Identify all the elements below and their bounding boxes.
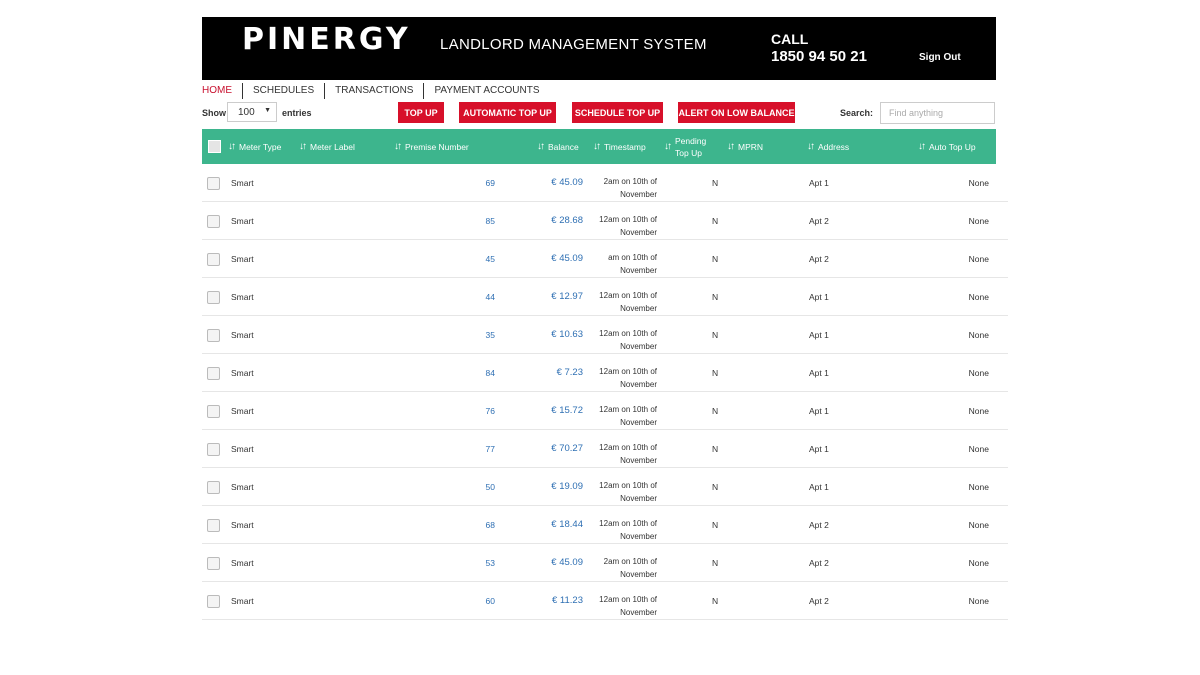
col-mprn[interactable]: ↓↑ MPRN (727, 129, 763, 164)
chevron-down-icon: ▼ (264, 107, 271, 114)
auto-top-up-cell: None (968, 215, 989, 226)
table-row[interactable]: Smart 44 € 12.97 12am on 10th of Novembe… (202, 278, 1008, 316)
table-header: ↓↑ Meter Type ↓↑ Meter Label ↓↑ Premise Num… (202, 129, 996, 164)
auto-top-up-cell: None (968, 595, 989, 606)
nav-home[interactable]: HOME (202, 83, 243, 99)
col-balance[interactable]: ↓↑ Balance (537, 129, 579, 164)
top-header: PINERGY LANDLORD MANAGEMENT SYSTEM CALL … (202, 17, 996, 80)
col-meter-type[interactable]: ↓↑ Meter Type (228, 129, 281, 164)
col-auto-top-up-label: Auto Top Up (929, 141, 976, 152)
nav-payment-accounts[interactable]: PAYMENT ACCOUNTS (424, 83, 549, 99)
search-label: Search: (840, 108, 874, 118)
call-number: 1850 94 50 21 (771, 48, 867, 65)
col-address[interactable]: ↓↑ Address (807, 129, 849, 164)
col-mprn-label: MPRN (738, 141, 764, 152)
col-address-label: Address (818, 141, 850, 152)
pinergy-logo[interactable]: PINERGY (242, 22, 411, 57)
col-balance-label: Balance (548, 141, 579, 152)
auto-top-up-cell: None (968, 405, 989, 416)
sort-icon: ↓↑ (394, 141, 402, 152)
col-pending-top-up-label: Pending Top Up (675, 135, 707, 158)
entries-value: 100 (238, 107, 255, 118)
table-row[interactable]: Smart 76 € 15.72 12am on 10th of Novembe… (202, 392, 1008, 430)
app: PINERGY LANDLORD MANAGEMENT SYSTEM CALL … (202, 17, 1008, 620)
table-row[interactable]: Smart 69 € 45.09 2am on 10th of November… (202, 164, 1008, 202)
col-meter-label[interactable]: ↓↑ Meter Label (299, 129, 355, 164)
auto-top-up-cell: None (968, 291, 989, 302)
auto-top-up-cell: None (968, 177, 989, 188)
auto-top-up-cell: None (968, 481, 989, 492)
auto-top-up-cell: None (968, 443, 989, 454)
table-body: Smart 69 € 45.09 2am on 10th of November… (202, 164, 1008, 620)
sort-icon: ↓↑ (537, 141, 545, 152)
table-row[interactable]: Smart 50 € 19.09 12am on 10th of Novembe… (202, 468, 1008, 506)
sort-icon: ↓↑ (807, 141, 815, 152)
alert-low-balance-button[interactable]: ALERT ON LOW BALANCE (678, 102, 795, 123)
automatic-top-up-button[interactable]: AUTOMATIC TOP UP (459, 102, 556, 123)
sort-icon: ↓↑ (228, 141, 236, 152)
auto-top-up-cell: None (968, 367, 989, 378)
sort-icon: ↓↑ (727, 141, 735, 152)
table-row[interactable]: Smart 45 € 45.09 am on 10th of November … (202, 240, 1008, 278)
sort-icon: ↓↑ (664, 141, 672, 152)
table-row[interactable]: Smart 77 € 70.27 12am on 10th of Novembe… (202, 430, 1008, 468)
select-all-checkbox[interactable] (208, 140, 221, 153)
table-row[interactable]: Smart 53 € 45.09 2am on 10th of November… (202, 544, 1008, 582)
call-label: CALL (771, 31, 809, 47)
search-input[interactable]: Find anything (880, 102, 995, 124)
col-timestamp[interactable]: ↓↑ Timestamp (593, 129, 646, 164)
main-nav: HOME SCHEDULES TRANSACTIONS PAYMENT ACCO… (202, 82, 996, 100)
nav-transactions[interactable]: TRANSACTIONS (325, 83, 425, 99)
schedule-top-up-button[interactable]: SCHEDULE TOP UP (572, 102, 663, 123)
table-row[interactable]: Smart 85 € 28.68 12am on 10th of Novembe… (202, 202, 1008, 240)
auto-top-up-cell: None (968, 519, 989, 530)
table-row[interactable]: Smart 68 € 18.44 12am on 10th of Novembe… (202, 506, 1008, 544)
table-row[interactable]: Smart 35 € 10.63 12am on 10th of Novembe… (202, 316, 1008, 354)
table-row[interactable]: Smart 84 € 7.23 12am on 10th of November… (202, 354, 1008, 392)
col-premise-number[interactable]: ↓↑ Premise Number (394, 129, 469, 164)
entries-select[interactable]: 100 ▼ (227, 102, 277, 122)
auto-top-up-cell: None (968, 557, 989, 568)
show-label: Show (202, 108, 226, 118)
col-meter-label-label: Meter Label (310, 141, 355, 152)
sign-out-link[interactable]: Sign Out (919, 52, 961, 63)
col-premise-number-label: Premise Number (405, 141, 469, 152)
sort-icon: ↓↑ (299, 141, 307, 152)
col-meter-type-label: Meter Type (239, 141, 282, 152)
nav-schedules[interactable]: SCHEDULES (243, 83, 326, 99)
col-pending-top-up[interactable]: ↓↑ Pending Top Up (664, 129, 709, 164)
sort-icon: ↓↑ (918, 141, 926, 152)
top-up-button[interactable]: TOP UP (398, 102, 444, 123)
col-auto-top-up[interactable]: ↓↑ Auto Top Up (918, 129, 976, 164)
auto-top-up-cell: None (968, 329, 989, 340)
auto-top-up-cell: None (968, 253, 989, 264)
table-row[interactable]: Smart 60 € 11.23 12am on 10th of Novembe… (202, 582, 1008, 620)
sort-icon: ↓↑ (593, 141, 601, 152)
entries-label: entries (282, 108, 312, 118)
table-controls: Show 100 ▼ entries TOP UP AUTOMATIC TOP … (202, 101, 996, 129)
col-timestamp-label: Timestamp (604, 141, 646, 152)
app-title: LANDLORD MANAGEMENT SYSTEM (440, 36, 707, 53)
